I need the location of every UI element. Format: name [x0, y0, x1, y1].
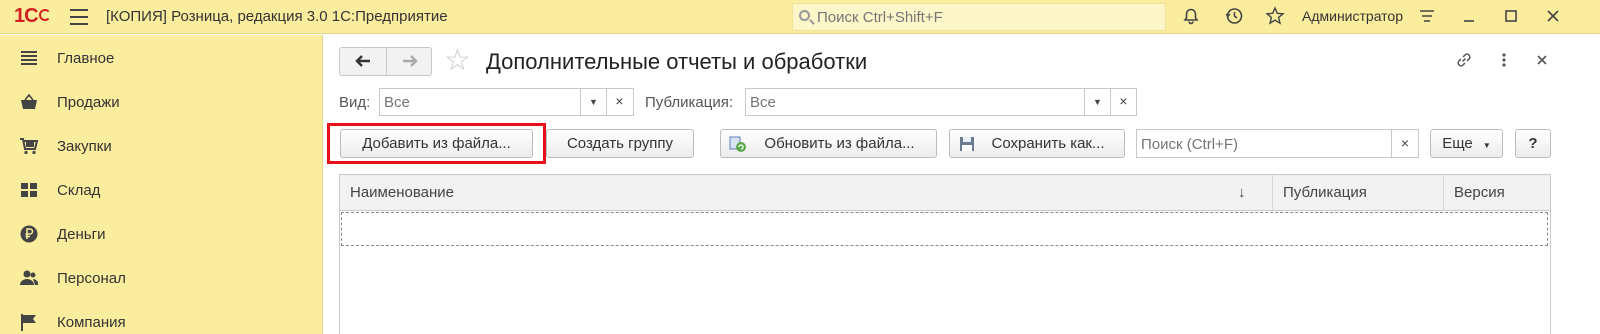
ruble-icon	[19, 224, 39, 244]
sidebar-item-label: Деньги	[57, 226, 106, 243]
top-bar: 1С [КОПИЯ] Розница, редакция 3.0 1С:Пред…	[0, 0, 1600, 34]
people-icon	[19, 268, 39, 288]
sidebar-item-warehouse[interactable]: Склад	[0, 168, 323, 212]
column-header-name[interactable]: Наименование	[340, 175, 1272, 210]
sidebar-item-money[interactable]: Деньги	[0, 212, 323, 256]
bell-icon[interactable]	[1180, 6, 1202, 28]
table-row[interactable]	[341, 212, 1548, 246]
publication-input[interactable]	[750, 92, 1080, 112]
sidebar-item-purchases[interactable]: Закупки	[0, 124, 323, 168]
app-logo[interactable]: 1С	[14, 5, 51, 28]
update-from-file-label: Обновить из файла...	[764, 135, 915, 152]
form-area: ☆ Дополнительные отчеты и обработки Вид:…	[324, 35, 1600, 334]
publication-label: Публикация:	[645, 94, 733, 111]
vid-label: Вид:	[339, 94, 371, 111]
history-icon[interactable]	[1223, 6, 1245, 28]
global-search[interactable]	[792, 3, 1166, 31]
back-arrow-icon[interactable]	[340, 48, 386, 75]
form-title: Дополнительные отчеты и обработки	[486, 49, 868, 74]
navigation-buttons	[339, 47, 432, 76]
sidebar-item-label: Продажи	[57, 94, 120, 111]
search-icon	[799, 10, 810, 21]
maximize-icon[interactable]	[1500, 6, 1522, 28]
save-as-button[interactable]: Сохранить как...	[949, 129, 1125, 158]
basket-icon	[19, 92, 39, 112]
sidebar-item-main[interactable]: Главное	[0, 36, 323, 80]
favorites-star-icon[interactable]	[1264, 6, 1286, 28]
sidebar-item-personnel[interactable]: Персонал	[0, 256, 323, 300]
sidebar-item-company[interactable]: Компания	[0, 300, 323, 334]
username[interactable]: Администратор	[1302, 8, 1403, 24]
close-window-icon[interactable]	[1542, 6, 1564, 28]
clear-icon[interactable]: ×	[1110, 89, 1136, 115]
favorite-star-icon[interactable]: ☆	[444, 46, 471, 76]
clear-icon[interactable]: ×	[606, 89, 632, 115]
list-search[interactable]: ×	[1136, 129, 1419, 158]
link-icon[interactable]	[1454, 50, 1474, 75]
window-title: [КОПИЯ] Розница, редакция 3.0 1С:Предпри…	[106, 8, 448, 25]
global-search-input[interactable]	[817, 7, 1157, 27]
sidebar-item-label: Персонал	[57, 270, 126, 287]
warehouse-icon	[19, 180, 39, 200]
sidebar-item-label: Закупки	[57, 138, 112, 155]
help-button[interactable]: ?	[1515, 129, 1551, 158]
update-from-file-button[interactable]: Обновить из файла...	[720, 129, 937, 158]
chevron-down-icon: ▼	[1482, 141, 1491, 150]
sort-arrow-icon[interactable]: ↓	[1238, 175, 1246, 210]
update-file-icon	[729, 135, 747, 153]
dropdown-arrow-icon[interactable]: ▼	[580, 89, 606, 115]
menu-icon[interactable]	[70, 9, 88, 25]
more-label: Еще	[1442, 135, 1473, 152]
list-search-input[interactable]	[1141, 134, 1391, 154]
sidebar-item-label: Главное	[57, 50, 115, 67]
highlight-frame	[327, 123, 546, 164]
list-icon	[19, 48, 39, 68]
column-header-publication[interactable]: Публикация	[1273, 175, 1443, 210]
sidebar-item-sales[interactable]: Продажи	[0, 80, 323, 124]
clear-search-icon[interactable]: ×	[1391, 130, 1418, 157]
column-header-version[interactable]: Версия	[1444, 175, 1550, 210]
vid-input[interactable]	[384, 92, 574, 112]
processors-table[interactable]: Наименование ↓ Публикация Версия	[339, 174, 1551, 334]
sidebar-item-label: Склад	[57, 182, 101, 199]
minimize-icon[interactable]	[1458, 6, 1480, 28]
create-group-button[interactable]: Создать группу	[546, 129, 694, 158]
table-header: Наименование ↓ Публикация Версия	[340, 175, 1550, 211]
more-button[interactable]: Еще ▼	[1430, 129, 1503, 158]
more-vertical-icon[interactable]	[1498, 50, 1510, 75]
dropdown-arrow-icon[interactable]: ▼	[1084, 89, 1110, 115]
cart-icon	[19, 136, 39, 156]
vid-field[interactable]: ▼ ×	[379, 88, 634, 116]
publication-field[interactable]: ▼ ×	[745, 88, 1137, 116]
sidebar-item-label: Компания	[57, 314, 126, 331]
save-disk-icon	[958, 135, 976, 153]
settings-lines-icon[interactable]	[1416, 6, 1438, 28]
close-form-icon[interactable]	[1532, 50, 1552, 75]
save-as-label: Сохранить как...	[991, 135, 1105, 152]
flag-icon	[19, 312, 39, 332]
forward-arrow-icon[interactable]	[387, 48, 433, 75]
sections-panel: Главное Продажи Закупки Склад Деньги Пер…	[0, 35, 323, 334]
